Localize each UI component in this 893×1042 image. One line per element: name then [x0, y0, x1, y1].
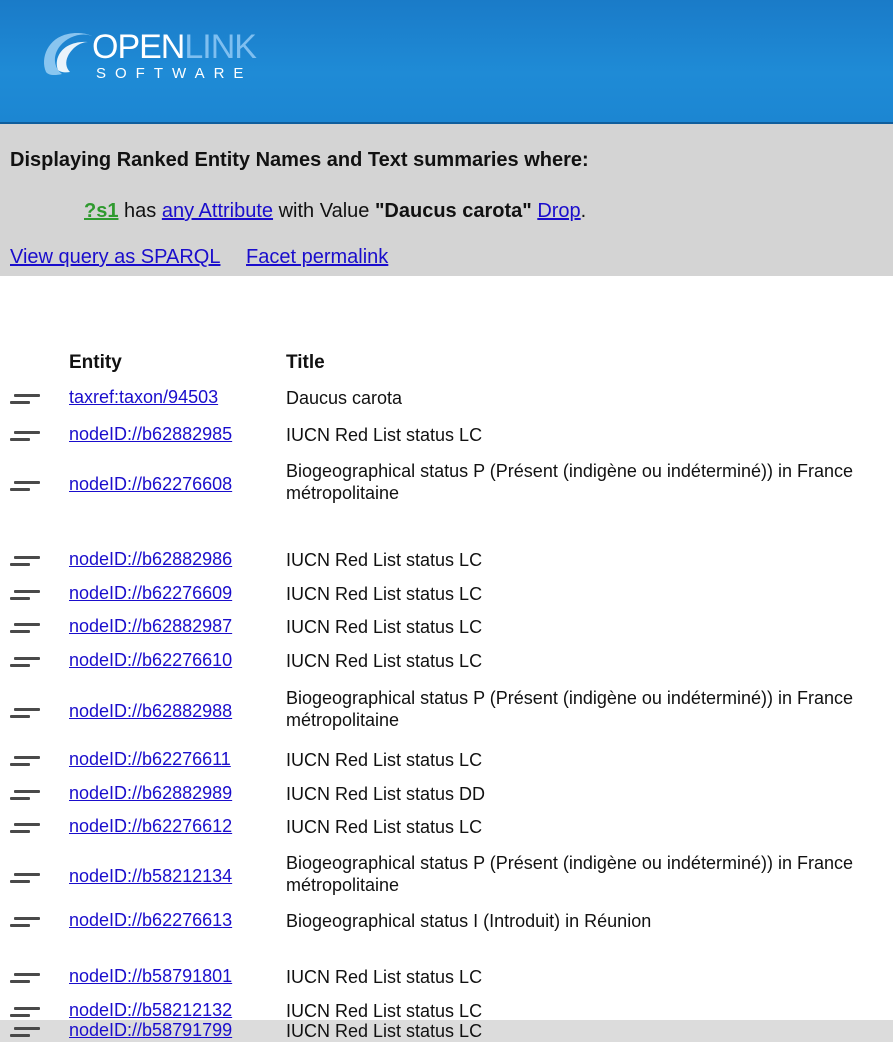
query-title: Displaying Ranked Entity Names and Text … [10, 149, 589, 171]
rank-bars-icon [10, 394, 44, 406]
rank-bars-icon [10, 790, 44, 802]
entity-link[interactable]: nodeID://b58791801 [69, 966, 232, 987]
entity-link[interactable]: nodeID://b62276608 [69, 474, 232, 495]
entity-title: IUCN Red List status LC [286, 1021, 483, 1041]
rank-bars-icon [10, 657, 44, 669]
view-sparql-link[interactable]: View query as SPARQL [10, 246, 220, 268]
entity-title: Biogeographical status P (Présent (indig… [286, 853, 853, 895]
rank-bars-icon [10, 873, 44, 885]
entity-link[interactable]: nodeID://b62276612 [69, 816, 232, 837]
table-row: nodeID://b62882989 IUCN Red List status D… [0, 779, 893, 809]
entity-link[interactable]: nodeID://b62276611 [69, 749, 231, 770]
logo-word-link: LINK [184, 28, 257, 66]
query-links: View query as SPARQL Facet permalink [10, 246, 408, 269]
entity-link[interactable]: nodeID://b62276610 [69, 650, 232, 671]
table-row: nodeID://b58791801 IUCN Red List status L… [0, 962, 893, 992]
openlink-logo[interactable]: OPENLINK SOFTWARE [38, 28, 298, 92]
logo-word-open: OPEN [92, 28, 185, 66]
table-row: nodeID://b58791799 IUCN Red List status L… [0, 1020, 893, 1042]
column-header-title: Title [286, 352, 325, 373]
entity-link[interactable]: nodeID://b62882989 [69, 783, 232, 804]
rank-bars-icon [10, 481, 44, 493]
entity-link[interactable]: nodeID://b62882986 [69, 549, 232, 570]
has-text: has [124, 200, 157, 222]
with-value-text: with Value [278, 200, 370, 222]
logo-subtitle: SOFTWARE [96, 65, 253, 82]
rank-bars-icon [10, 623, 44, 635]
table-row: nodeID://b62276608 Biogeographical status… [0, 454, 893, 516]
query-condition: ?s1 has any Attribute with Value "Daucus… [84, 200, 586, 223]
entity-title: IUCN Red List status LC [286, 967, 483, 987]
entity-title: IUCN Red List status DD [286, 784, 486, 804]
entity-link[interactable]: nodeID://b62276613 [69, 910, 232, 931]
entity-title: Biogeographical status I (Introduit) in … [286, 911, 652, 931]
entity-title: IUCN Red List status LC [286, 817, 483, 837]
rank-bars-icon [10, 917, 44, 929]
entity-title: Biogeographical status P (Présent (indig… [286, 688, 853, 730]
table-row: nodeID://b58212134 Biogeographical status… [0, 846, 893, 908]
table-row: nodeID://b62276612 IUCN Red List status L… [0, 812, 893, 842]
logo-wordmark: OPENLINK [92, 28, 257, 66]
rank-bars-icon [10, 973, 44, 985]
entity-title: IUCN Red List status LC [286, 651, 483, 671]
entity-link[interactable]: nodeID://b62882988 [69, 701, 232, 722]
entity-title: IUCN Red List status LC [286, 617, 483, 637]
entity-link[interactable]: nodeID://b58212134 [69, 866, 232, 887]
rank-bars-icon [10, 556, 44, 568]
table-row: nodeID://b62882988 Biogeographical status… [0, 681, 893, 743]
entity-title: IUCN Red List status LC [286, 1001, 483, 1021]
entity-link[interactable]: nodeID://b62276609 [69, 583, 232, 604]
any-attribute-link[interactable]: any Attribute [162, 200, 273, 222]
table-row: nodeID://b62882986 IUCN Red List status L… [0, 545, 893, 575]
entity-link[interactable]: nodeID://b62882987 [69, 616, 232, 637]
variable-link[interactable]: ?s1 [84, 200, 118, 222]
query-summary-panel: Displaying Ranked Entity Names and Text … [0, 124, 893, 276]
table-row: taxref:taxon/94503 Daucus carota [0, 383, 893, 413]
site-header: OPENLINK SOFTWARE [0, 0, 893, 124]
drop-link[interactable]: Drop [537, 200, 580, 222]
entity-link[interactable]: nodeID://b62882985 [69, 424, 232, 445]
entity-title: Biogeographical status P (Présent (indig… [286, 461, 853, 503]
openlink-swoosh-icon [44, 33, 92, 76]
rank-bars-icon [10, 708, 44, 720]
period-text: . [580, 200, 587, 222]
entity-title: IUCN Red List status LC [286, 425, 483, 445]
entity-title: Daucus carota [286, 388, 403, 408]
entity-title: IUCN Red List status LC [286, 550, 483, 570]
table-row: nodeID://b62276609 IUCN Red List status L… [0, 579, 893, 609]
rank-bars-icon [10, 1027, 44, 1039]
value-text: "Daucus carota" [374, 200, 532, 222]
table-row: nodeID://b62276611 IUCN Red List status L… [0, 745, 893, 775]
column-header-entity: Entity [69, 352, 122, 373]
table-row: nodeID://b62882985 IUCN Red List status L… [0, 420, 893, 450]
rank-bars-icon [10, 823, 44, 835]
table-row: nodeID://b62276610 IUCN Red List status L… [0, 646, 893, 676]
entity-title: IUCN Red List status LC [286, 750, 483, 770]
rank-bars-icon [10, 431, 44, 443]
rank-bars-icon [10, 756, 44, 768]
table-row: nodeID://b62882987 IUCN Red List status L… [0, 612, 893, 642]
rank-bars-icon [10, 1007, 44, 1019]
entity-link[interactable]: nodeID://b58212132 [69, 1000, 232, 1021]
rank-bars-icon [10, 590, 44, 602]
entity-link[interactable]: nodeID://b58791799 [69, 1020, 232, 1041]
facet-permalink-link[interactable]: Facet permalink [246, 246, 388, 268]
table-row: nodeID://b62276613 Biogeographical status… [0, 906, 893, 936]
entity-title: IUCN Red List status LC [286, 584, 483, 604]
entity-link[interactable]: taxref:taxon/94503 [69, 387, 218, 408]
